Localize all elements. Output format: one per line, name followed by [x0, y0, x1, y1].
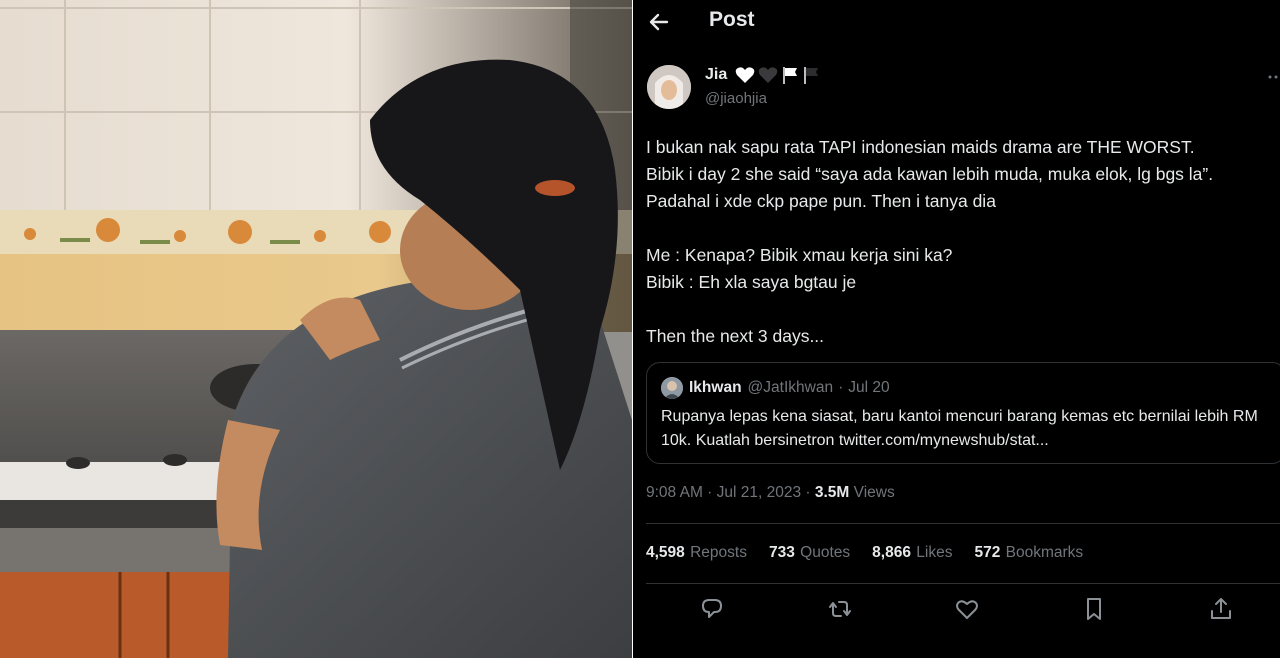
- like-icon[interactable]: [954, 596, 980, 622]
- views-count: 3.5M: [814, 484, 850, 501]
- share-icon[interactable]: [1208, 596, 1234, 622]
- divider: [646, 523, 1280, 524]
- tweet-meta: 9:08 AM · Jul 21, 2023 · 3.5M Views: [646, 484, 895, 502]
- quote-author-handle: @JatIkhwan: [747, 379, 834, 396]
- quote-date: Jul 20: [848, 379, 890, 396]
- stat-likes[interactable]: 8,866 Likes: [872, 544, 952, 562]
- white-heart-emoji: [735, 67, 755, 83]
- arrow-left-icon[interactable]: [645, 8, 673, 36]
- white-flag-emoji: [783, 67, 798, 84]
- tweet-text: I bukan nak sapu rata TAPI indonesian ma…: [646, 137, 1214, 346]
- quoted-tweet-header: Ikhwan @JatIkhwan · Jul 20: [661, 377, 890, 399]
- quoted-tweet[interactable]: Ikhwan @JatIkhwan · Jul 20 Rupanya lepas…: [646, 362, 1280, 464]
- more-dots-icon[interactable]: [1267, 70, 1280, 84]
- repost-icon[interactable]: [827, 596, 853, 622]
- reply-icon[interactable]: [699, 596, 725, 622]
- quote-text: Rupanya lepas kena siasat, baru kantoi m…: [661, 408, 1258, 449]
- tweet-stats: 4,598 Reposts 733 Quotes 8,866 Likes 572…: [646, 544, 1105, 562]
- top-bar: Post: [633, 0, 1280, 44]
- stat-bookmarks[interactable]: 572 Bookmarks: [974, 544, 1083, 562]
- author-name-text: Jia: [705, 66, 728, 83]
- black-heart-emoji: [758, 67, 778, 83]
- avatar[interactable]: [647, 65, 691, 109]
- divider: [646, 583, 1280, 584]
- tweet-actions: [633, 596, 1280, 626]
- page-title: Post: [709, 8, 755, 31]
- quote-separator: ·: [838, 379, 844, 396]
- bottom-strip: [0, 658, 1280, 672]
- bookmark-icon[interactable]: [1081, 596, 1107, 622]
- author-handle[interactable]: @jiaohjia: [705, 90, 767, 107]
- tweet-timestamp[interactable]: 9:08 AM · Jul 21, 2023 ·: [646, 484, 815, 501]
- black-flag-emoji: [804, 67, 819, 84]
- stat-reposts[interactable]: 4,598 Reposts: [646, 544, 747, 562]
- quote-avatar: [661, 377, 683, 399]
- stat-quotes[interactable]: 733 Quotes: [769, 544, 850, 562]
- views-label: Views: [849, 484, 895, 501]
- post-photo: [0, 0, 632, 658]
- tweet-panel: Post Jia @jiaohjia I bukan nak sapu rata…: [633, 0, 1280, 658]
- author-name[interactable]: Jia: [705, 66, 820, 84]
- quote-author-name: Ikhwan: [689, 379, 742, 396]
